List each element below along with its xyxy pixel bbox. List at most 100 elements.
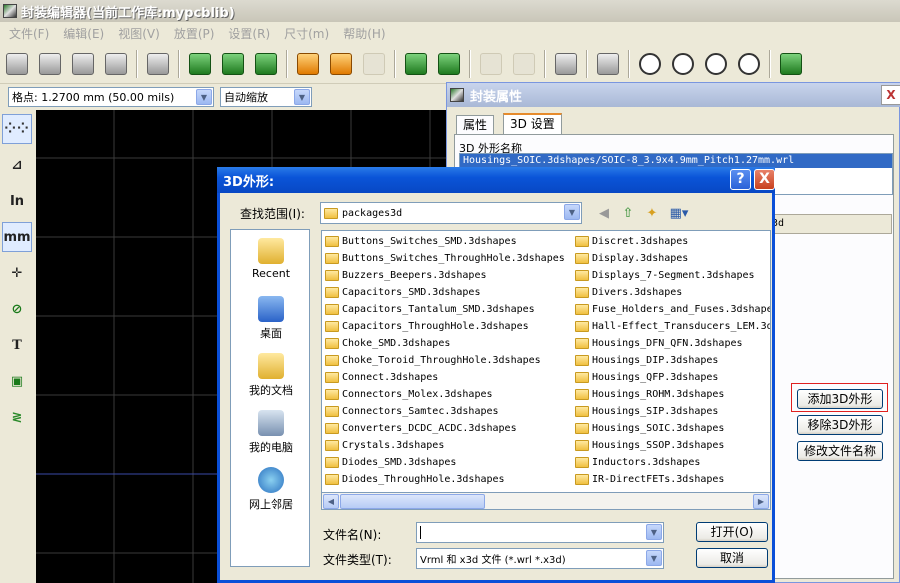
- list-item[interactable]: Capacitors_ThroughHole.3dshapes: [325, 318, 529, 335]
- chevron-down-icon[interactable]: ▼: [294, 89, 310, 105]
- menu-view[interactable]: 视图(V): [111, 25, 167, 42]
- properties-button[interactable]: [551, 49, 581, 79]
- filename-input[interactable]: ▼: [416, 522, 664, 543]
- tab-3d-settings[interactable]: 3D 设置: [503, 113, 562, 135]
- list-item[interactable]: Housings_QFP.3dshapes: [575, 369, 718, 386]
- chevron-down-icon[interactable]: ▼: [564, 204, 580, 220]
- rename-file-button[interactable]: 修改文件名称: [797, 441, 883, 461]
- back-button[interactable]: ◀: [594, 203, 614, 223]
- redraw-button[interactable]: [701, 49, 731, 79]
- grid-select[interactable]: 格点: 1.2700 mm (50.00 mils) ▼: [8, 87, 214, 107]
- list-item[interactable]: Choke_SMD.3dshapes: [325, 335, 450, 352]
- polar-coords-button[interactable]: ⊿: [2, 150, 32, 180]
- delete-button[interactable]: [143, 49, 173, 79]
- units-inch-button[interactable]: In: [2, 186, 32, 216]
- cursor-shape-button[interactable]: ✛: [2, 258, 32, 288]
- undo-button[interactable]: [476, 49, 506, 79]
- look-in-select[interactable]: packages3d ▼: [320, 202, 582, 224]
- zoom-select[interactable]: 自动缩放 ▼: [220, 87, 312, 107]
- units-mm-button[interactable]: mm: [2, 222, 32, 252]
- view-menu-button[interactable]: ▦▾: [666, 203, 692, 223]
- list-item[interactable]: Housings_DIP.3dshapes: [575, 352, 718, 369]
- cancel-button[interactable]: 取消: [696, 548, 768, 568]
- chevron-down-icon[interactable]: ▼: [196, 89, 212, 105]
- list-item[interactable]: Display.3dshapes: [575, 250, 688, 267]
- browse-library-button[interactable]: [101, 49, 131, 79]
- list-item[interactable]: Fuse_Holders_and_Fuses.3dshapes: [575, 301, 770, 318]
- zoom-out-button[interactable]: [668, 49, 698, 79]
- file-list[interactable]: Buttons_Switches_SMD.3dshapes Buttons_Swi…: [321, 230, 771, 510]
- place-desktop[interactable]: 桌面: [231, 296, 311, 341]
- add-3d-shape-button[interactable]: 添加3D外形: [797, 389, 883, 409]
- list-item[interactable]: Discret.3dshapes: [575, 233, 688, 250]
- footprint-wizard-button[interactable]: [218, 49, 248, 79]
- new-library-button[interactable]: [68, 49, 98, 79]
- zoom-fit-button[interactable]: [734, 49, 764, 79]
- load-from-board-button[interactable]: [293, 49, 323, 79]
- menu-help[interactable]: 帮助(H): [336, 25, 392, 42]
- menu-place[interactable]: 放置(P): [167, 25, 222, 42]
- grid-toggle-button[interactable]: ⁘⁘: [2, 114, 32, 144]
- list-item[interactable]: Inductors.3dshapes: [575, 454, 700, 471]
- menu-dimensions[interactable]: 尺寸(m): [277, 25, 336, 42]
- place-network[interactable]: 网上邻居: [231, 467, 311, 512]
- place-my-documents[interactable]: 我的文档: [231, 353, 311, 398]
- new-folder-button[interactable]: ✦: [642, 203, 662, 223]
- scroll-left-button[interactable]: ◀: [323, 494, 339, 509]
- import-footprint-button[interactable]: [401, 49, 431, 79]
- scroll-thumb[interactable]: [340, 494, 485, 509]
- list-item[interactable]: Choke_Toroid_ThroughHole.3dshapes: [325, 352, 541, 369]
- menu-settings[interactable]: 设置(R): [221, 25, 277, 42]
- print-button[interactable]: [593, 49, 623, 79]
- show-pads-sketch-button[interactable]: ⊘: [2, 294, 32, 324]
- export-footprint-button[interactable]: [434, 49, 464, 79]
- up-folder-button[interactable]: ⇧: [618, 203, 638, 223]
- list-item[interactable]: Connect.3dshapes: [325, 369, 438, 386]
- insert-into-board-button[interactable]: [326, 49, 356, 79]
- list-item[interactable]: Buttons_Switches_ThroughHole.3dshapes: [325, 250, 565, 267]
- redo-button[interactable]: [509, 49, 539, 79]
- save-library-button[interactable]: [35, 49, 65, 79]
- chevron-down-icon[interactable]: ▼: [646, 550, 662, 566]
- high-contrast-button[interactable]: ≷: [2, 402, 32, 432]
- chevron-down-icon[interactable]: ▼: [646, 524, 662, 540]
- list-item[interactable]: Capacitors_Tantalum_SMD.3dshapes: [325, 301, 535, 318]
- list-item[interactable]: Buttons_Switches_SMD.3dshapes: [325, 233, 517, 250]
- list-item[interactable]: Housings_SSOP.3dshapes: [575, 437, 724, 454]
- list-item[interactable]: Housings_SOIC.3dshapes/SOIC-8_3.9x4.9mm_…: [460, 154, 892, 168]
- pad-settings-button[interactable]: [776, 49, 806, 79]
- list-item[interactable]: Housings_SOIC.3dshapes: [575, 420, 724, 437]
- menu-edit[interactable]: 编辑(E): [56, 25, 111, 42]
- remove-3d-shape-button[interactable]: 移除3D外形: [797, 415, 883, 435]
- list-item[interactable]: Crystals.3dshapes: [325, 437, 444, 454]
- list-item[interactable]: Divers.3dshapes: [575, 284, 682, 301]
- list-item[interactable]: Capacitors_SMD.3dshapes: [325, 284, 480, 301]
- close-button[interactable]: X: [754, 169, 775, 190]
- horizontal-scrollbar[interactable]: ◀ ▶: [321, 492, 771, 510]
- save-footprint-button[interactable]: [251, 49, 281, 79]
- place-recent[interactable]: Recent: [231, 238, 311, 280]
- list-item[interactable]: Diodes_SMD.3dshapes: [325, 454, 456, 471]
- help-button[interactable]: ?: [730, 169, 751, 190]
- tab-properties[interactable]: 属性: [456, 115, 495, 135]
- scroll-right-button[interactable]: ▶: [753, 494, 769, 509]
- list-item[interactable]: IR-DirectFETs.3dshapes: [575, 471, 724, 488]
- select-library-button[interactable]: [2, 49, 32, 79]
- open-button[interactable]: 打开(O): [696, 522, 768, 542]
- list-item[interactable]: Housings_SIP.3dshapes: [575, 403, 718, 420]
- list-item[interactable]: Displays_7-Segment.3dshapes: [575, 267, 755, 284]
- list-item[interactable]: Buzzers_Beepers.3dshapes: [325, 267, 487, 284]
- filetype-select[interactable]: Vrml 和 x3d 文件 (*.wrl *.x3d) ▼: [416, 548, 664, 569]
- new-footprint-button[interactable]: [185, 49, 215, 79]
- list-item[interactable]: Hall-Effect_Transducers_LEM.3dshapes: [575, 318, 770, 335]
- list-item[interactable]: Connectors_Samtec.3dshapes: [325, 403, 499, 420]
- list-item[interactable]: Housings_ROHM.3dshapes: [575, 386, 724, 403]
- update-board-button[interactable]: [359, 49, 389, 79]
- list-item[interactable]: Housings_DFN_QFN.3dshapes: [575, 335, 743, 352]
- menu-file[interactable]: 文件(F): [2, 25, 56, 42]
- show-text-sketch-button[interactable]: T: [2, 330, 32, 360]
- list-item[interactable]: Converters_DCDC_ACDC.3dshapes: [325, 420, 517, 437]
- place-my-computer[interactable]: 我的电脑: [231, 410, 311, 455]
- list-item[interactable]: Connectors_Molex.3dshapes: [325, 386, 493, 403]
- close-button[interactable]: X: [881, 85, 900, 105]
